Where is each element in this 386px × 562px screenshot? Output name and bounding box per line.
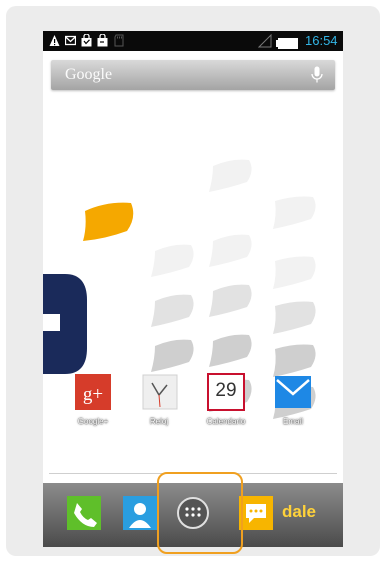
phone-icon[interactable]	[65, 494, 103, 532]
mail-icon	[65, 34, 76, 47]
search-bar-label: Google	[65, 66, 113, 83]
dale-brand-label[interactable]: dale	[282, 502, 316, 522]
google-search-bar[interactable]: Google	[51, 60, 335, 90]
calendar-app-icon[interactable]: 29	[205, 373, 247, 413]
phone-screen: 16:54 Google g+ Google+ Reloj 29 Calenda…	[43, 31, 343, 547]
mic-icon[interactable]	[311, 66, 323, 84]
calendar-day: 29	[215, 380, 237, 401]
signal-icon	[257, 33, 272, 48]
email-app-icon[interactable]	[272, 373, 314, 413]
app-label-google-plus: Google+	[77, 417, 109, 426]
contacts-icon[interactable]	[121, 494, 159, 532]
app-label-email: Email	[282, 417, 303, 426]
clock-app-icon[interactable]	[138, 373, 180, 413]
warning-icon	[49, 34, 60, 47]
app-label-reloj: Reloj	[149, 417, 169, 426]
app-label-calendario: Calendario	[206, 417, 246, 426]
battery-icon	[276, 36, 298, 49]
wallpaper	[43, 91, 343, 511]
svg-text:g+: g+	[83, 384, 103, 405]
status-clock: 16:54	[305, 33, 338, 48]
device-frame: 16:54 Google g+ Google+ Reloj 29 Calenda…	[6, 6, 380, 556]
google-plus-app-icon[interactable]: g+	[72, 373, 114, 413]
status-bar: 16:54	[43, 31, 343, 51]
sd-card-icon	[114, 34, 125, 47]
app-drawer-highlight	[157, 472, 243, 554]
shopping-bag-icon	[97, 34, 108, 47]
shopping-bag-icon	[81, 34, 92, 47]
